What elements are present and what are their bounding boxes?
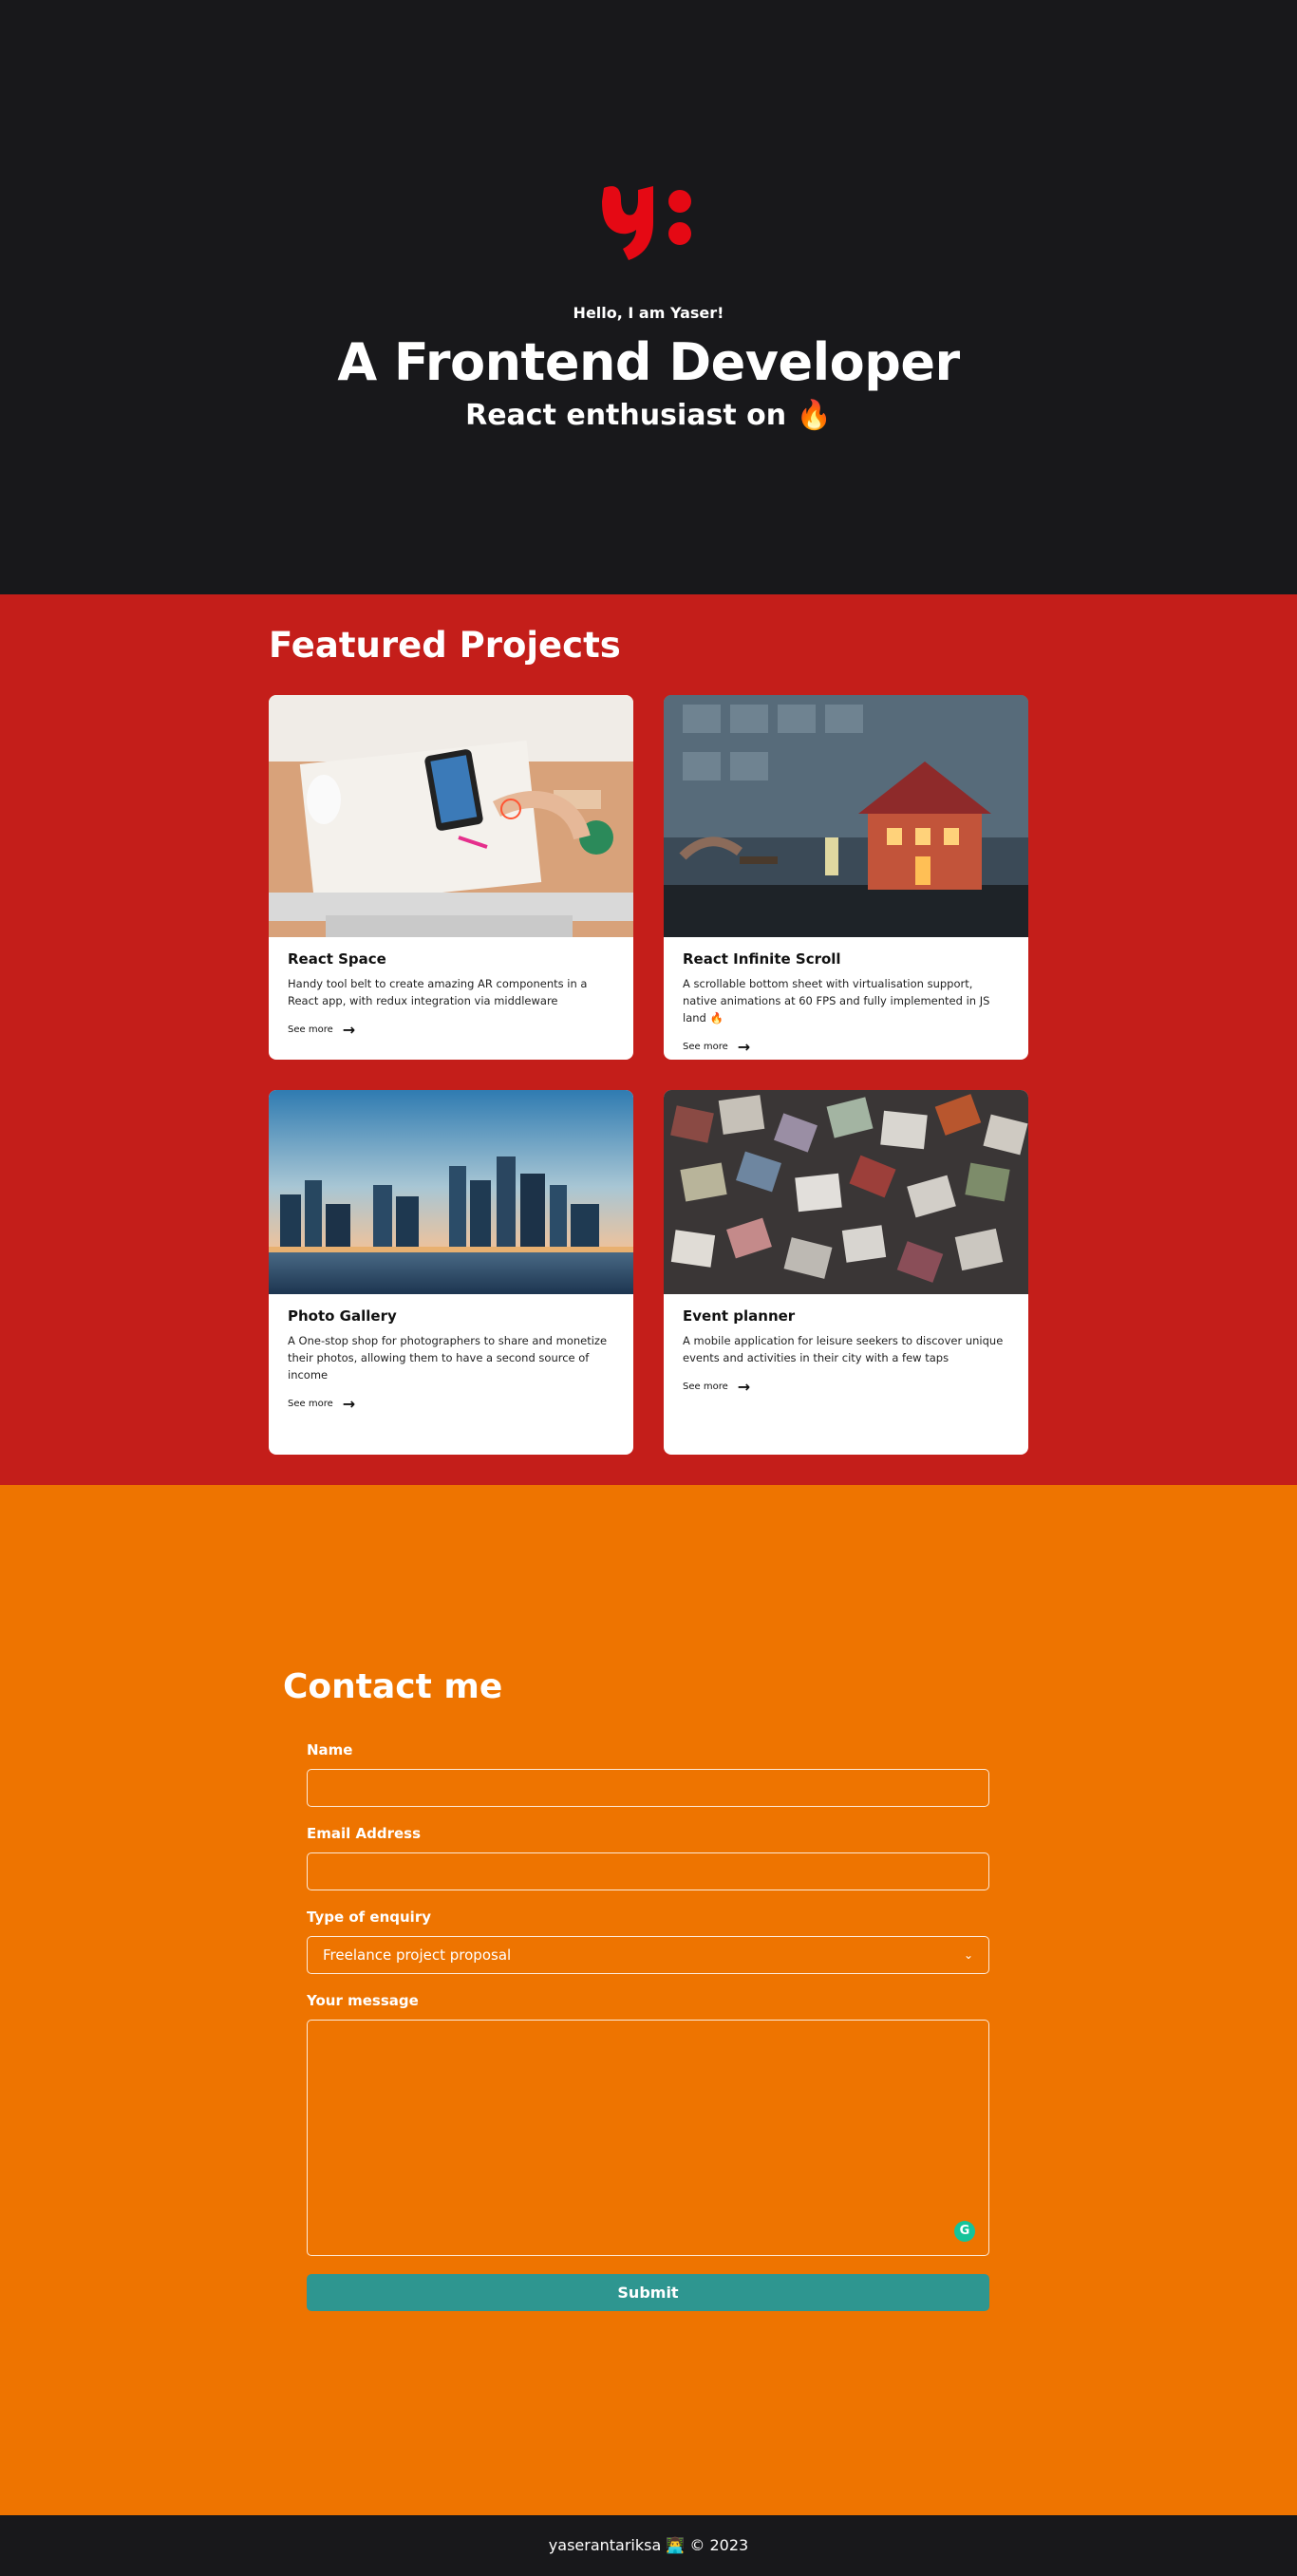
- project-image-desk: [269, 695, 633, 937]
- project-title: React Space: [288, 950, 386, 968]
- arrow-right-icon: →: [737, 1378, 751, 1396]
- contact-section: Contact me Name Email Address Type of en…: [0, 1485, 1297, 2515]
- project-card-event-planner[interactable]: Event planner A mobile application for l…: [664, 1090, 1028, 1455]
- email-input[interactable]: [307, 1852, 989, 1890]
- project-card-react-space[interactable]: React Space Handy tool belt to create am…: [269, 695, 633, 1060]
- project-card-photo-gallery[interactable]: Photo Gallery A One-stop shop for photog…: [269, 1090, 633, 1455]
- project-description: A One-stop shop for photographers to sha…: [288, 1334, 608, 1382]
- project-card-react-infinite-scroll[interactable]: React Infinite Scroll A scrollable botto…: [664, 695, 1028, 1060]
- footer: yaserantariksa 👨‍💻 © 2023: [0, 2515, 1297, 2576]
- headline: A Frontend Developer: [337, 332, 960, 392]
- see-more-label: See more: [683, 1042, 728, 1052]
- project-description: Handy tool belt to create amazing AR com…: [288, 977, 588, 1007]
- arrow-right-icon: →: [342, 1395, 356, 1413]
- project-description: A mobile application for leisure seekers…: [683, 1334, 1004, 1364]
- see-more-link[interactable]: See more →: [288, 1395, 614, 1413]
- name-input[interactable]: [307, 1769, 989, 1807]
- subheadline: React enthusiast on 🔥: [465, 399, 832, 432]
- enquiry-selected-value: Freelance project proposal: [323, 1946, 512, 1964]
- see-more-link[interactable]: See more →: [683, 1038, 1009, 1056]
- project-title: React Infinite Scroll: [683, 950, 841, 968]
- project-image-house: [664, 695, 1028, 937]
- see-more-label: See more: [683, 1382, 728, 1392]
- project-description: A scrollable bottom sheet with virtualis…: [683, 977, 990, 1025]
- featured-projects-section: Featured Projects React Space Handy tool…: [0, 594, 1297, 1485]
- project-image-skyline: [269, 1090, 633, 1294]
- hero-section: Hello, I am Yaser! A Frontend Developer …: [0, 0, 1297, 594]
- arrow-right-icon: →: [737, 1038, 751, 1056]
- see-more-label: See more: [288, 1399, 333, 1409]
- grammarly-icon[interactable]: G: [954, 2221, 975, 2242]
- project-title: Photo Gallery: [288, 1307, 397, 1325]
- greeting-text: Hello, I am Yaser!: [573, 304, 724, 322]
- see-more-link[interactable]: See more →: [288, 1021, 614, 1039]
- see-more-label: See more: [288, 1025, 333, 1035]
- email-label: Email Address: [307, 1825, 422, 1842]
- enquiry-select[interactable]: Freelance project proposal ⌄: [307, 1936, 989, 1974]
- project-image-stones: [664, 1090, 1028, 1294]
- logo-icon: [602, 186, 691, 260]
- section-title: Contact me: [283, 1667, 503, 1706]
- footer-text: yaserantariksa 👨‍💻 © 2023: [548, 2536, 749, 2554]
- enquiry-label: Type of enquiry: [307, 1908, 432, 1926]
- name-label: Name: [307, 1741, 353, 1758]
- section-title: Featured Projects: [269, 625, 621, 666]
- arrow-right-icon: →: [342, 1021, 356, 1039]
- see-more-link[interactable]: See more →: [683, 1378, 1009, 1396]
- project-title: Event planner: [683, 1307, 796, 1325]
- submit-button[interactable]: Submit: [307, 2274, 989, 2311]
- message-label: Your message: [307, 1992, 419, 2009]
- message-textarea[interactable]: G: [307, 2020, 989, 2256]
- chevron-down-icon: ⌄: [963, 1948, 973, 1962]
